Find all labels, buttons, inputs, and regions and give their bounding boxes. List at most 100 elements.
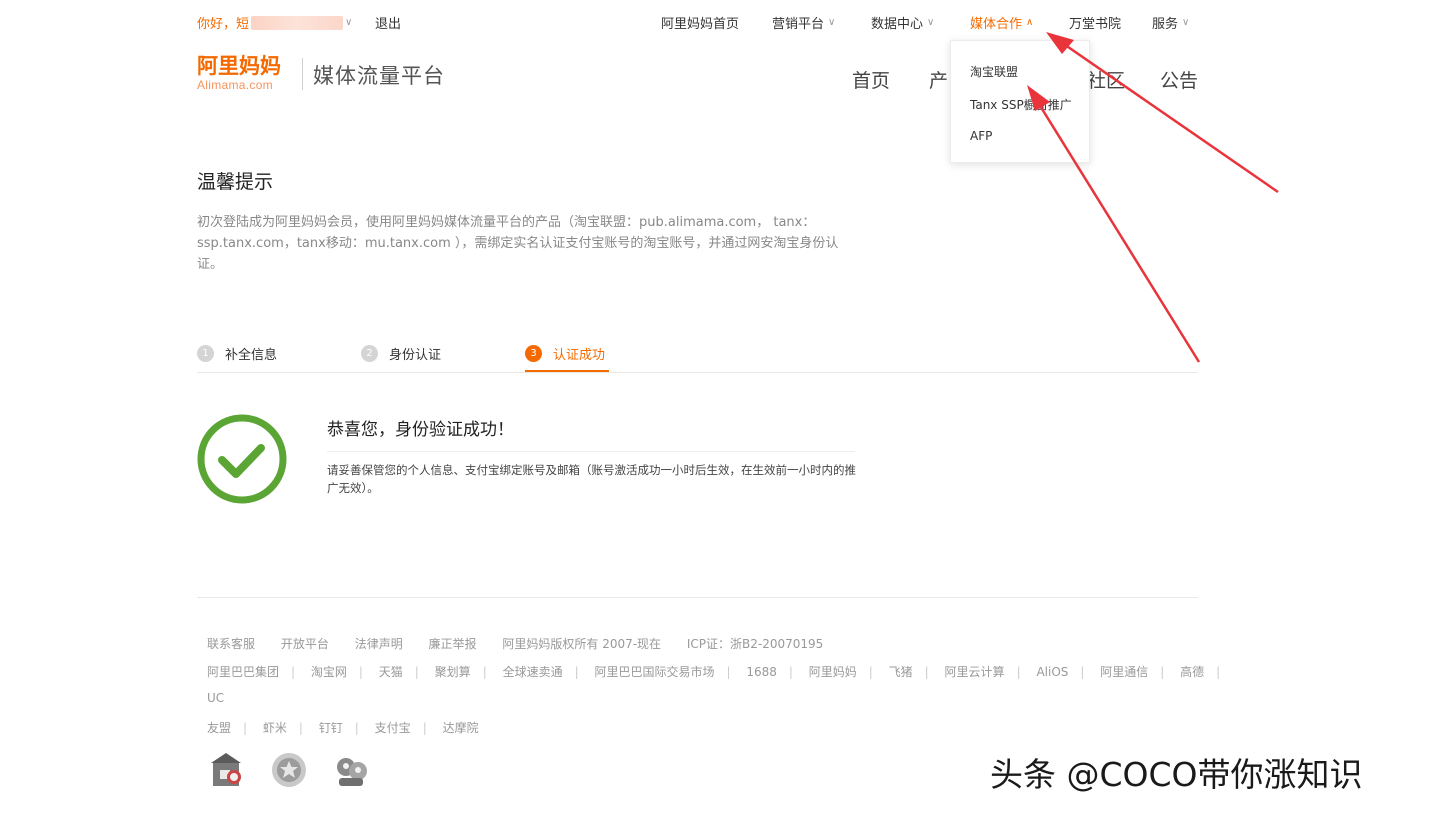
dropdown-item-tanx-ssp[interactable]: Tanx SSP橱窗推广 <box>970 96 1072 113</box>
top-bar: 你好，短 ∨ 退出 阿里妈妈首页 营销平台 ∨ 数据中心 ∨ 媒体合作 ∧ 万堂… <box>0 0 1434 44</box>
topnav-label: 数据中心 <box>871 17 924 32</box>
footer-divider <box>197 597 1198 598</box>
footer-row-4: 友盟 | 虾米 | 钉钉 | 支付宝 | 达摩院 <box>207 719 501 736</box>
success-check-icon <box>197 414 287 504</box>
footer-link[interactable]: 高德 <box>1180 665 1204 679</box>
footer-badges <box>207 750 393 790</box>
logo-en: Alimama.com <box>197 78 273 92</box>
footer-link[interactable]: 达摩院 <box>443 721 479 735</box>
dropdown-item-afp[interactable]: AFP <box>970 129 992 143</box>
mainnav-products[interactable]: 产 <box>929 66 948 93</box>
step-label: 认证成功 <box>553 348 606 363</box>
footer-row-3: UC <box>207 691 246 705</box>
police-station-badge-icon[interactable] <box>207 750 247 790</box>
public-security-emblem-icon[interactable] <box>269 750 309 790</box>
active-step-underline <box>525 370 609 372</box>
mainnav-announcement[interactable]: 公告 <box>1160 66 1198 93</box>
success-divider <box>327 451 855 452</box>
topnav-label: 服务 <box>1152 17 1179 32</box>
tip-title: 温馨提示 <box>197 171 274 193</box>
tip-body: 初次登陆成为阿里妈妈会员，使用阿里妈妈媒体流量平台的产品（淘宝联盟：pub.al… <box>197 215 839 272</box>
separator: | <box>1160 665 1165 679</box>
separator: | <box>1216 665 1221 679</box>
dropdown-item-taobao-union[interactable]: 淘宝联盟 <box>970 63 1018 80</box>
step-indicator: 1 补全信息 2 身份认证 3 认证成功 <box>197 340 1198 373</box>
separator: | <box>788 665 793 679</box>
separator: | <box>414 665 419 679</box>
chevron-down-icon: ∨ <box>1182 17 1190 28</box>
separator: | <box>354 721 359 735</box>
footer-link[interactable]: 联系客服 <box>207 637 255 651</box>
footer-link[interactable]: 阿里巴巴集团 <box>207 665 279 679</box>
topnav-marketing[interactable]: 营销平台 ∨ <box>772 13 835 32</box>
separator: | <box>422 721 427 735</box>
footer-link[interactable]: 阿里妈妈 <box>809 665 857 679</box>
footer-link[interactable]: AliOS <box>1036 665 1068 679</box>
separator: | <box>482 665 487 679</box>
watermark-text: 头条 @COCO带你涨知识 <box>990 755 1363 794</box>
separator: | <box>298 721 303 735</box>
separator: | <box>358 665 363 679</box>
media-cooperation-dropdown: 淘宝联盟 Tanx SSP橱窗推广 AFP <box>950 40 1090 163</box>
topnav-data-center[interactable]: 数据中心 ∨ <box>871 13 934 32</box>
footer-link[interactable]: 开放平台 <box>281 637 329 651</box>
topnav-wantang-academy[interactable]: 万堂书院 <box>1069 13 1121 32</box>
separator: | <box>726 665 731 679</box>
success-message: 请妥善保管您的个人信息、支付宝绑定账号及邮箱（账号激活成功一小时后生效，在生效前… <box>327 463 856 495</box>
footer-link[interactable]: 1688 <box>746 665 777 679</box>
footer-link[interactable]: 飞猪 <box>889 665 913 679</box>
separator: | <box>1080 665 1085 679</box>
footer-link[interactable]: 阿里巴巴国际交易市场 <box>594 665 714 679</box>
separator: | <box>868 665 873 679</box>
separator: | <box>574 665 579 679</box>
topnav-label: 媒体合作 <box>970 17 1023 32</box>
separator: | <box>924 665 929 679</box>
logo-divider <box>302 58 303 90</box>
topnav-label: 阿里妈妈首页 <box>661 17 740 32</box>
logout-link[interactable]: 退出 <box>375 13 401 32</box>
user-greeting[interactable]: 你好，短 ∨ <box>197 13 352 32</box>
separator: | <box>1016 665 1021 679</box>
mainnav-home[interactable]: 首页 <box>852 66 890 93</box>
redacted-username <box>251 15 344 30</box>
footer-icp[interactable]: ICP证：浙B2-20070195 <box>687 637 823 651</box>
footer-link[interactable]: 法律声明 <box>355 637 403 651</box>
step-2: 2 身份认证 <box>361 344 441 363</box>
footer-link[interactable]: 钉钉 <box>319 721 343 735</box>
chevron-down-icon: ∨ <box>828 17 836 28</box>
step-3: 3 认证成功 <box>525 344 605 363</box>
platform-title: 媒体流量平台 <box>313 64 445 88</box>
cyber-police-badge-icon[interactable] <box>331 750 371 790</box>
separator: | <box>291 665 296 679</box>
footer-link[interactable]: 友盟 <box>207 721 231 735</box>
step-1: 1 补全信息 <box>197 344 277 363</box>
step-label: 身份认证 <box>389 348 442 363</box>
success-title: 恭喜您，身份验证成功！ <box>327 420 514 440</box>
footer-link[interactable]: 阿里通信 <box>1100 665 1148 679</box>
footer-link[interactable]: 阿里云计算 <box>945 665 1005 679</box>
topnav-label: 万堂书院 <box>1069 17 1122 32</box>
footer-copyright: 阿里妈妈版权所有 2007-现在 <box>502 637 662 651</box>
footer-link[interactable]: 聚划算 <box>435 665 471 679</box>
chevron-down-icon: ∨ <box>345 17 353 28</box>
footer-link[interactable]: 淘宝网 <box>311 665 347 679</box>
chevron-up-icon: ∧ <box>1026 17 1034 28</box>
step-number: 1 <box>197 345 214 362</box>
step-number: 2 <box>361 345 378 362</box>
separator: | <box>243 721 248 735</box>
footer-link[interactable]: 支付宝 <box>375 721 411 735</box>
alimama-logo[interactable]: 阿里妈妈 Alimama.com <box>197 54 293 94</box>
greeting-text: 你好，短 <box>197 17 250 32</box>
topnav-alimama-home[interactable]: 阿里妈妈首页 <box>661 13 739 32</box>
mainnav-community[interactable]: 社区 <box>1087 66 1125 93</box>
footer-link[interactable]: 天猫 <box>379 665 403 679</box>
footer-row-2: 阿里巴巴集团 | 淘宝网 | 天猫 | 聚划算 | 全球速卖通 | 阿里巴巴国际交易市场 |… <box>207 663 1232 680</box>
footer-link[interactable]: 虾米 <box>263 721 287 735</box>
footer-link[interactable]: UC <box>207 691 224 705</box>
topnav-service[interactable]: 服务 ∨ <box>1152 13 1189 32</box>
step-number: 3 <box>525 345 542 362</box>
footer-link[interactable]: 廉正举报 <box>429 637 477 651</box>
footer-link[interactable]: 全球速卖通 <box>503 665 563 679</box>
logo-cn: 阿里妈妈 <box>197 54 281 78</box>
topnav-media-cooperation[interactable]: 媒体合作 ∧ <box>970 13 1033 32</box>
